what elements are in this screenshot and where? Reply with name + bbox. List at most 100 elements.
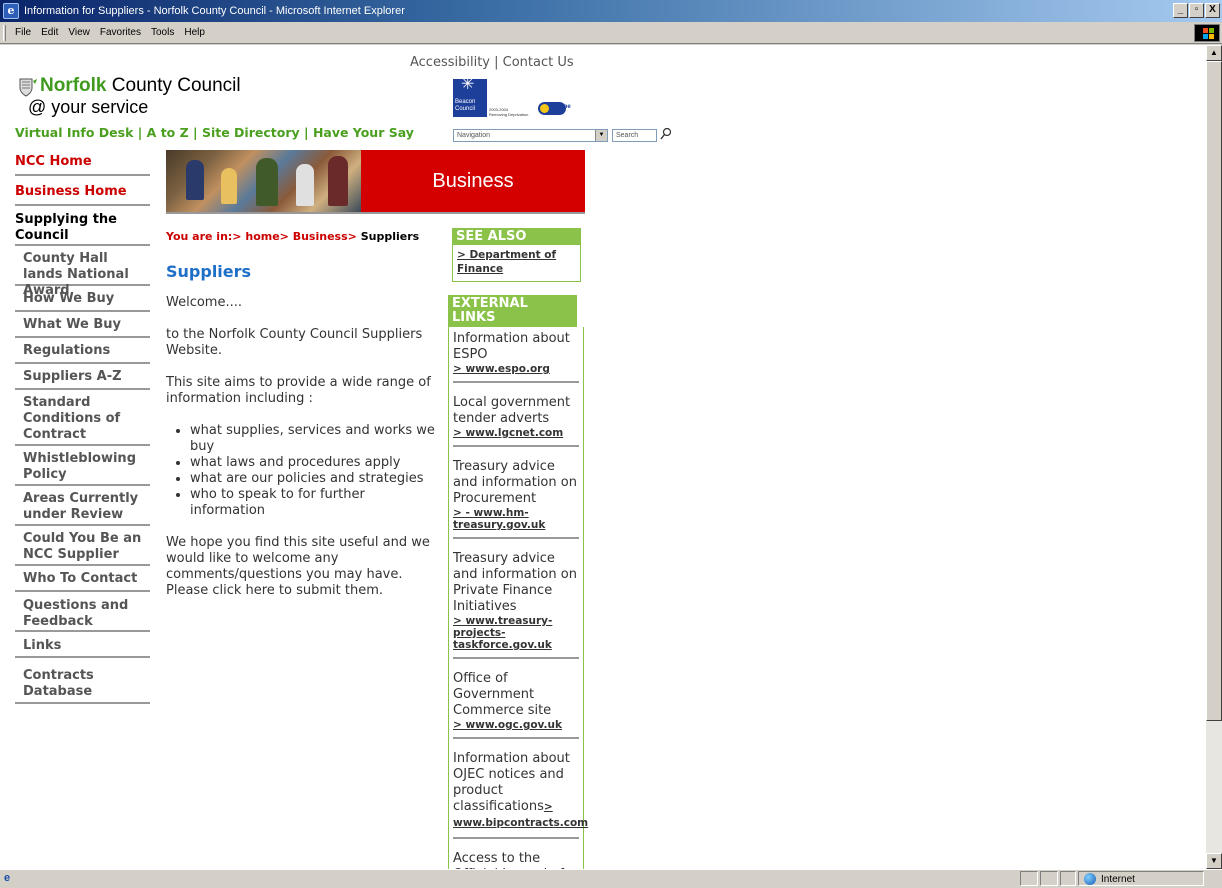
- menu-business-home[interactable]: Business Home: [15, 179, 150, 206]
- top-nav: Virtual Info Desk | A to Z | Site Direct…: [15, 125, 414, 140]
- see-also-heading: SEE ALSO: [452, 228, 581, 245]
- status-panel: [1020, 871, 1038, 886]
- menu-county-hall-award[interactable]: County Hall lands National Award: [15, 248, 150, 298]
- menu-what-we-buy[interactable]: What We Buy: [15, 314, 150, 338]
- nav-site-directory[interactable]: Site Directory: [202, 125, 300, 140]
- status-panel: [1040, 871, 1058, 886]
- scrollbar-thumb[interactable]: [1206, 61, 1222, 721]
- list-item: who to speak to for further information: [190, 487, 441, 519]
- minimize-button[interactable]: _: [1173, 3, 1188, 18]
- external-link-item: Local government tender adverts > www.lg…: [453, 395, 579, 447]
- beacon-council-logo: ✳ Beacon Council: [453, 76, 487, 117]
- maximize-button[interactable]: ▫: [1189, 3, 1204, 18]
- breadcrumb-home[interactable]: home: [245, 230, 279, 243]
- list-item: what supplies, services and works we buy: [190, 423, 441, 455]
- menu-supplying-the-council[interactable]: Supplying the Council: [15, 208, 150, 246]
- external-link-item: Treasury advice and information on Procu…: [453, 459, 579, 539]
- council-crest-icon: [19, 78, 37, 97]
- external-links-heading: EXTERNAL LINKS: [448, 295, 577, 327]
- title-bar: e Information for Suppliers - Norfolk Co…: [0, 0, 1222, 22]
- close-button[interactable]: X: [1205, 3, 1220, 18]
- menu-links[interactable]: Links: [15, 634, 150, 658]
- search-input[interactable]: Search: [612, 129, 657, 142]
- aims-text: This site aims to provide a wide range o…: [166, 375, 431, 406]
- menu-whistleblowing-policy[interactable]: Whistleblowing Policy: [15, 448, 150, 486]
- status-bar: e Internet: [0, 869, 1222, 886]
- ie-icon: e: [3, 3, 19, 19]
- menu-edit[interactable]: Edit: [36, 22, 63, 44]
- page-status-icon: e: [4, 872, 11, 884]
- scroll-up-icon[interactable]: ▲: [1206, 45, 1222, 61]
- external-link-item: Treasury advice and information on Priva…: [453, 551, 579, 659]
- toolbar-grip[interactable]: [3, 25, 6, 41]
- menu-view[interactable]: View: [63, 22, 95, 44]
- lgcnet-link[interactable]: > www.lgcnet.com: [453, 427, 579, 439]
- beacon-caption: 2003-2004 Removing Deprivation: [489, 107, 529, 117]
- vertical-scrollbar[interactable]: ▲ ▼: [1206, 45, 1222, 869]
- status-panel: [1060, 871, 1076, 886]
- breadcrumb-current: Suppliers: [360, 230, 420, 243]
- browser-window: e Information for Suppliers - Norfolk Co…: [0, 0, 1222, 886]
- menu-who-to-contact[interactable]: Who To Contact: [15, 568, 150, 592]
- search-icon[interactable]: [660, 127, 672, 141]
- espo-link[interactable]: > www.espo.org: [453, 363, 579, 375]
- menu-areas-under-review[interactable]: Areas Currently under Review: [15, 488, 150, 526]
- globe-icon: [1084, 873, 1096, 885]
- chevron-down-icon[interactable]: ▼: [595, 130, 607, 141]
- page-title: Suppliers: [166, 262, 252, 281]
- menu-standard-conditions[interactable]: Standard Conditions of Contract: [15, 392, 150, 446]
- external-links-box: Information about ESPO > www.espo.org Lo…: [448, 327, 588, 869]
- breadcrumb-business[interactable]: Business: [293, 230, 348, 243]
- window-title: Information for Suppliers - Norfolk Coun…: [24, 5, 405, 17]
- banner-divider: [166, 212, 585, 214]
- logo-brand: Norfolk County Council: [40, 75, 241, 96]
- ukonline-label: online: [553, 104, 571, 110]
- security-zone: Internet: [1078, 871, 1204, 886]
- ogc-link[interactable]: > www.ogc.gov.uk: [453, 719, 579, 731]
- banner-title: Business: [361, 150, 585, 212]
- hm-treasury-link[interactable]: > - www.hm-treasury.gov.uk: [453, 507, 579, 531]
- menu-tools[interactable]: Tools: [146, 22, 179, 44]
- page-viewport: Accessibility | Contact Us Norfolk Count…: [0, 45, 1206, 869]
- list-item: what are our policies and strategies: [190, 471, 441, 487]
- menu-help[interactable]: Help: [179, 22, 210, 44]
- top-links-separator: |: [490, 55, 503, 70]
- top-links: Accessibility | Contact Us: [410, 55, 574, 70]
- accessibility-link[interactable]: Accessibility: [410, 55, 490, 70]
- external-link-item: Office of Government Commerce site > www…: [453, 671, 579, 739]
- external-link-item: Information about OJEC notices and produ…: [453, 751, 588, 839]
- intro-text: to the Norfolk County Council Suppliers …: [166, 327, 423, 358]
- menu-how-we-buy[interactable]: How We Buy: [15, 288, 150, 312]
- beacon-star-icon: ✳: [461, 76, 475, 93]
- welcome-text: Welcome....: [166, 295, 242, 310]
- info-list: what supplies, services and works we buy…: [190, 423, 441, 519]
- see-also-box: > Department of Finance: [452, 245, 581, 282]
- navigation-select[interactable]: Navigation ▼: [453, 129, 608, 142]
- nav-virtual-info-desk[interactable]: Virtual Info Desk: [15, 125, 133, 140]
- breadcrumb: You are in:> home> Business> Suppliers: [166, 230, 420, 243]
- closing-text[interactable]: We hope you find this site useful and we…: [166, 535, 441, 599]
- menu-questions-feedback[interactable]: Questions and Feedback: [15, 594, 150, 632]
- logo-tagline: @ your service: [28, 97, 149, 117]
- banner-photo: [166, 150, 361, 212]
- nav-a-to-z[interactable]: A to Z: [147, 125, 189, 140]
- menu-ncc-home[interactable]: NCC Home: [15, 150, 150, 176]
- list-item: what laws and procedures apply: [190, 455, 441, 471]
- department-of-finance-link[interactable]: > Department of Finance: [457, 249, 556, 275]
- menu-file[interactable]: File: [10, 22, 36, 44]
- treasury-taskforce-link[interactable]: > www.treasury-projects-taskforce.gov.uk: [453, 615, 579, 651]
- norfolk-logo[interactable]: Norfolk County Council @ your service: [18, 75, 258, 120]
- nav-have-your-say[interactable]: Have Your Say: [313, 125, 414, 140]
- external-link-item: Access to the Official Journal of the Eu…: [453, 851, 564, 869]
- menu-regulations[interactable]: Regulations: [15, 340, 150, 364]
- menu-suppliers-a-z[interactable]: Suppliers A-Z: [15, 366, 150, 390]
- scroll-down-icon[interactable]: ▼: [1206, 853, 1222, 869]
- contact-us-link[interactable]: Contact Us: [503, 55, 574, 70]
- menu-bar: File Edit View Favorites Tools Help: [0, 22, 1222, 44]
- windows-logo-icon: [1194, 24, 1220, 42]
- menu-could-you-be-supplier[interactable]: Could You Be an NCC Supplier: [15, 528, 150, 566]
- external-link-item: Information about ESPO > www.espo.org: [453, 331, 579, 383]
- main-content: Welcome.... to the Norfolk County Counci…: [166, 295, 441, 615]
- menu-contracts-database[interactable]: Contracts Database: [15, 660, 150, 704]
- menu-favorites[interactable]: Favorites: [95, 22, 146, 44]
